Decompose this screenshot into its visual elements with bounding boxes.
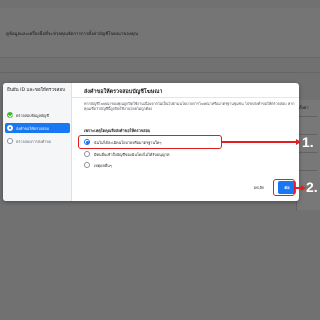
check-icon: [7, 112, 13, 118]
pending-step-icon: [7, 138, 13, 144]
callout-arrow-line: [222, 141, 297, 143]
radio-icon[interactable]: [84, 151, 90, 157]
steps-sidebar: ยืนยัน ID และขอให้ตรวจสอบ ตรวจสอบข้อมูลบ…: [3, 83, 72, 201]
sidebar-title: ยืนยัน ID และขอให้ตรวจสอบ: [7, 88, 66, 93]
radio-icon[interactable]: [84, 162, 90, 168]
step-review-account[interactable]: ตรวจสอบข้อมูลบัญชี: [5, 110, 70, 120]
highlight-box-next: [273, 179, 295, 196]
reason-option-other[interactable]: เหตุผลอื่นๆ: [84, 161, 284, 170]
highlight-box-option: [78, 135, 222, 149]
option-label: มีคนอื่นเข้าถึงบัญชีของฉันโดยไม่ได้รับอน…: [94, 151, 170, 157]
arrow-right-icon: [296, 139, 301, 145]
step-label: ตรวจสอบการส่งคำขอ: [16, 139, 52, 144]
reason-question: เพราะเหตุใดคุณจึงส่งคำขอให้ตรวจสอบ: [84, 128, 151, 133]
cancel-button[interactable]: ยกเลิก: [248, 183, 270, 193]
reason-option-unauthorized-access[interactable]: มีคนอื่นเข้าถึงบัญชีของฉันโดยไม่ได้รับอน…: [84, 150, 284, 159]
step-check-request[interactable]: ตรวจสอบการส่งคำขอ: [5, 136, 70, 146]
dialog-divider: [72, 97, 299, 98]
current-step-icon: [7, 125, 13, 131]
option-label: เหตุผลอื่นๆ: [94, 162, 112, 168]
callout-number-2: 2.: [306, 179, 318, 195]
dialog-description: หากบัญชีโฆษณาของคุณถูกปิดใช้งานเนื่องจาก…: [84, 102, 295, 112]
step-label: ส่งคำขอให้ตรวจสอบ: [16, 126, 49, 131]
step-send-request[interactable]: ส่งคำขอให้ตรวจสอบ: [5, 123, 70, 133]
dialog-title: ส่งคำขอให้ตรวจสอบบัญชีโฆษณา: [84, 89, 163, 95]
callout-number-1: 1.: [302, 134, 314, 150]
step-label: ตรวจสอบข้อมูลบัญชี: [16, 113, 49, 118]
